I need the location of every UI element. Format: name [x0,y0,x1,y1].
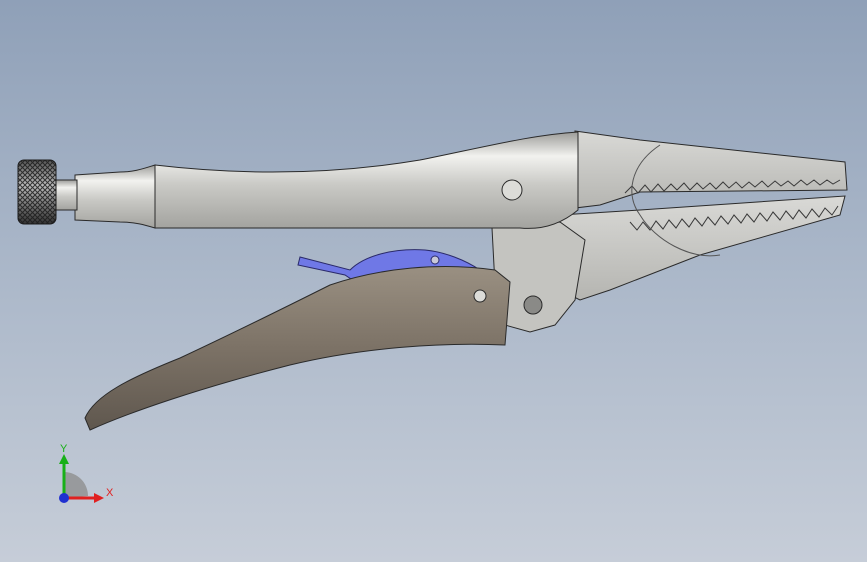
handle-neck [74,164,156,229]
graphics-viewport[interactable]: Y X [0,0,867,562]
triad-arc [64,472,88,498]
view-orientation-triad[interactable]: Y X [40,440,120,510]
x-axis-arrow [94,493,104,503]
x-axis-label: X [106,487,114,499]
lower-pivot-hole [523,295,543,315]
y-axis-label: Y [60,443,68,455]
y-axis-arrow [59,454,69,464]
upper-jaw[interactable] [574,130,848,209]
adjustment-screw-shaft [54,179,78,211]
lower-grip[interactable] [84,266,511,431]
locking-pliers-model[interactable] [0,0,867,562]
grip-rivet [473,289,487,303]
lower-jaw[interactable] [539,195,846,301]
upper-pivot-hole [501,179,523,201]
release-lever-pin [430,255,440,265]
z-axis-dot [59,493,69,503]
